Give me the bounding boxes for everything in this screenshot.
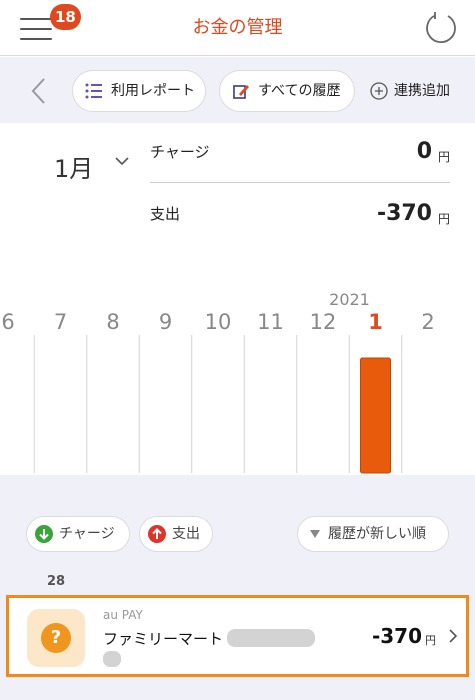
- chevron-down-icon[interactable]: [114, 155, 130, 167]
- transaction-unit: 円: [425, 634, 436, 647]
- redacted-text: [227, 629, 315, 647]
- merchant-name: ファミリーマート: [103, 630, 224, 648]
- app-header: 18 お金の管理: [0, 0, 475, 56]
- merchant-icon-tile: ?: [27, 609, 85, 667]
- x-tick-label: 6: [1, 310, 14, 334]
- arrow-up-circle-icon: [148, 525, 166, 543]
- payment-source: au PAY: [103, 608, 143, 622]
- history-section: チャージ 支出 履歴が新しい順 28 ? au PAY ファミリーマート -37…: [0, 475, 475, 700]
- sort-order-label: 履歴が新しい順: [328, 526, 426, 542]
- list-icon: [85, 83, 102, 99]
- redacted-text: [103, 651, 121, 667]
- transaction-item[interactable]: ? au PAY ファミリーマート -370 円: [6, 595, 469, 677]
- spend-row: 支出 -370 円: [150, 185, 450, 245]
- x-tick-label: 10: [205, 310, 232, 334]
- spend-unit: 円: [437, 212, 450, 226]
- charge-amount: 0: [416, 139, 432, 164]
- spend-label: 支出: [150, 205, 181, 223]
- page-title: お金の管理: [192, 17, 283, 38]
- chart-bar: [360, 357, 391, 474]
- charge-label: チャージ: [150, 143, 210, 161]
- date-heading: 28: [47, 574, 66, 589]
- monthly-bar-chart[interactable]: 6 7 8 9 10 11 12 1 2 2021: [0, 285, 475, 475]
- all-history-button[interactable]: すべての履歴: [219, 70, 355, 112]
- all-history-label: すべての履歴: [258, 83, 341, 99]
- x-tick-label: 9: [159, 310, 172, 334]
- x-tick-label: 7: [54, 310, 67, 334]
- refresh-icon[interactable]: [423, 10, 459, 46]
- question-icon: ?: [41, 623, 71, 653]
- transaction-amount: -370: [371, 624, 422, 648]
- spend-filter-button[interactable]: 支出: [139, 516, 213, 552]
- x-tick-label: 8: [106, 310, 119, 334]
- chevron-left-icon[interactable]: [28, 77, 50, 105]
- month-selector[interactable]: 1月: [54, 149, 93, 184]
- charge-filter-label: チャージ: [59, 526, 115, 542]
- month-summary: 1月 チャージ 0 円 支出 -370 円: [0, 123, 475, 243]
- year-label: 2021: [329, 290, 370, 309]
- charge-row: チャージ 0 円: [150, 123, 450, 183]
- charge-filter-button[interactable]: チャージ: [26, 516, 130, 552]
- x-tick-label: 2: [421, 310, 434, 334]
- add-link-label: 連携追加: [394, 83, 450, 99]
- spend-amount: -370: [376, 201, 432, 226]
- sort-order-button[interactable]: 履歴が新しい順: [297, 516, 449, 552]
- usage-report-label: 利用レポート: [111, 83, 195, 99]
- usage-report-button[interactable]: 利用レポート: [72, 70, 206, 112]
- x-tick-label: 12: [310, 310, 337, 334]
- x-tick-label: 11: [257, 310, 284, 334]
- triangle-down-icon: [310, 530, 320, 538]
- arrow-down-circle-icon: [35, 525, 53, 543]
- charge-unit: 円: [437, 150, 450, 164]
- plus-circle-icon: [370, 82, 388, 100]
- spend-filter-label: 支出: [172, 526, 200, 542]
- chart-svg: 6 7 8 9 10 11 12 1 22021: [1, 290, 435, 474]
- x-tick-label: 1: [368, 310, 383, 334]
- edit-document-icon: [233, 85, 249, 99]
- toolbar: 利用レポート すべての履歴 連携追加: [0, 57, 475, 123]
- chevron-right-icon: [449, 629, 458, 643]
